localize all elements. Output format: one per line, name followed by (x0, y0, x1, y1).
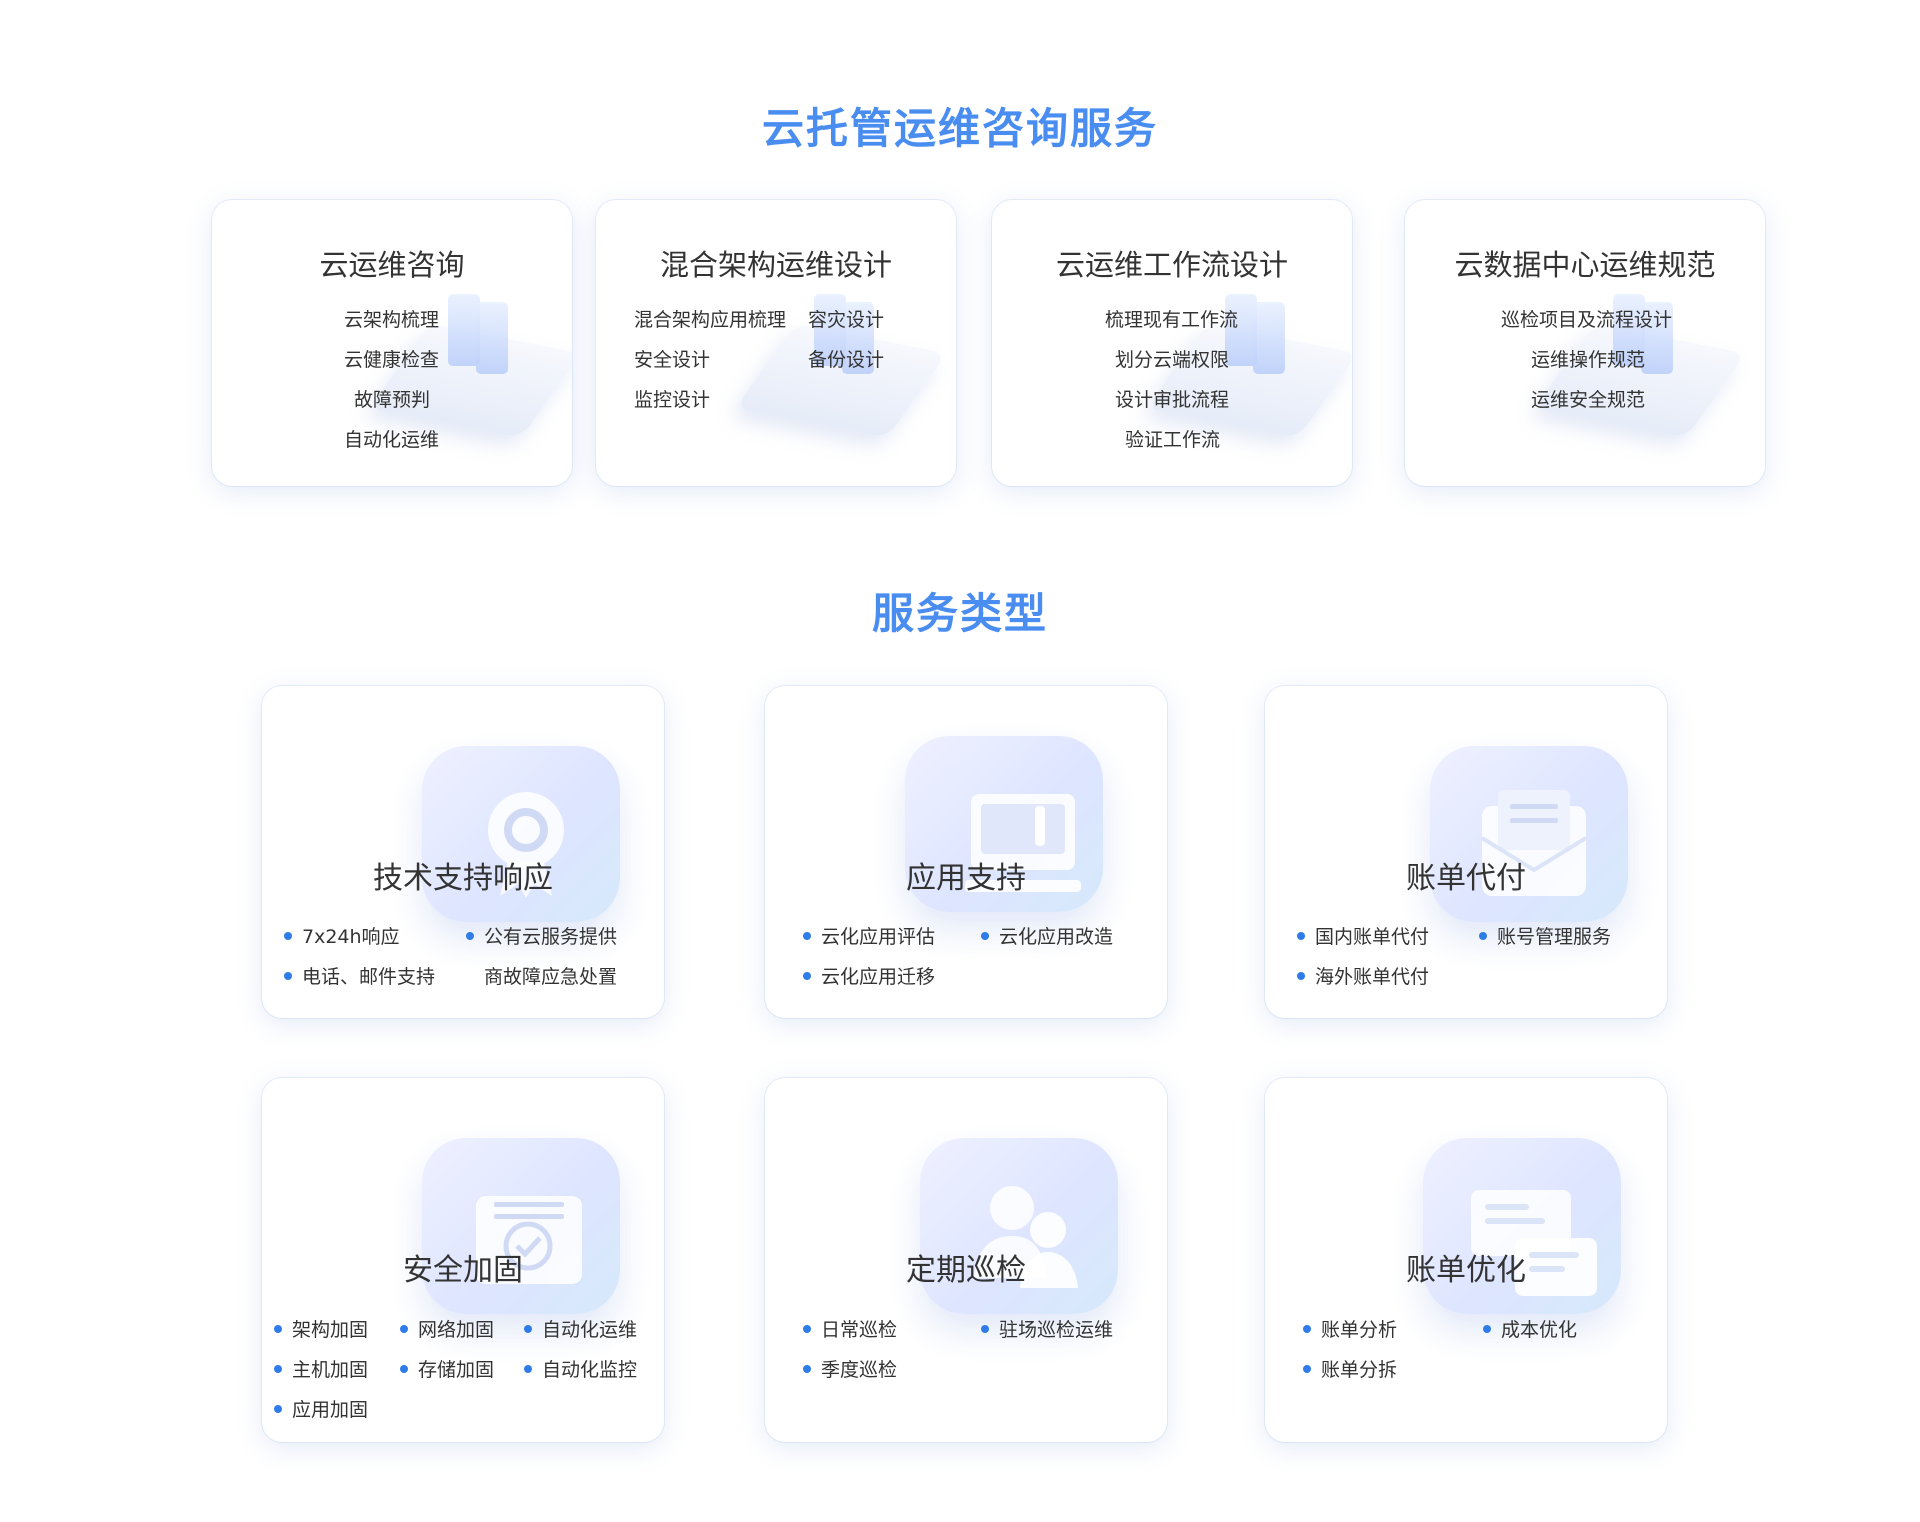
list-item: 备份设计 (808, 349, 885, 371)
list-item: 网络加固 (400, 1315, 494, 1342)
list-item: 账单分拆 (1303, 1355, 1397, 1382)
consulting-card-cloud-ops[interactable]: 云运维咨询 云架构梳理 云健康检查 故障预判 自动化运维 (212, 200, 572, 486)
list-item: 应用加固 (274, 1395, 368, 1422)
list-item: 设计审批流程 (1115, 389, 1230, 411)
consulting-card-datacenter[interactable]: 云数据中心运维规范 巡检项目及流程设计 运维操作规范 运维安全规范 (1405, 200, 1765, 486)
consulting-card-workflow[interactable]: 云运维工作流设计 梳理现有工作流 划分云端权限 设计审批流程 验证工作流 (992, 200, 1352, 486)
bullet-dot (981, 1324, 989, 1333)
list-item: 验证工作流 (1125, 429, 1221, 451)
services-section-title: 服务类型 (871, 589, 1048, 638)
bullet-dot (284, 931, 292, 940)
bullet-dot (400, 1364, 408, 1373)
list-item: 安全设计 (634, 349, 711, 371)
bullet-dot (1479, 931, 1487, 940)
bullet-dot (524, 1324, 532, 1333)
card-title: 云数据中心运维规范 (1454, 248, 1716, 282)
service-title: 账单代付 (1406, 861, 1526, 896)
list-item: 划分云端权限 (1115, 349, 1230, 371)
list-item: 存储加固 (400, 1355, 494, 1382)
consulting-card-hybrid-arch[interactable]: 混合架构运维设计 混合架构应用梳理 容灾设计 安全设计 备份设计 监控设计 (596, 200, 956, 486)
list-item: 云化应用迁移 (803, 962, 935, 989)
service-title: 定期巡检 (906, 1253, 1026, 1288)
list-item: 架构加固 (274, 1315, 368, 1342)
list-item: 主机加固 (274, 1355, 368, 1382)
list-item: 海外账单代付 (1297, 962, 1429, 989)
bullet-dot (274, 1364, 282, 1373)
bullet-dot (274, 1404, 282, 1413)
list-item: 国内账单代付 (1297, 922, 1429, 949)
bullet-dot (1297, 931, 1305, 940)
list-item: 云架构梳理 (344, 309, 440, 331)
service-card-bill-optimize[interactable]: 账单优化 账单分析 成本优化 账单分拆 (1265, 1078, 1667, 1442)
consulting-section-title: 云托管运维咨询服务 (761, 104, 1158, 153)
service-card-inspection[interactable]: 定期巡检 日常巡检 驻场巡检运维 季度巡检 (765, 1078, 1167, 1442)
list-item: 7x24h响应 (284, 922, 400, 949)
bullet-dot (274, 1324, 282, 1333)
bullet-dot (981, 931, 989, 940)
list-item: 账号管理服务 (1479, 922, 1611, 949)
list-item: 商故障应急处置 (484, 966, 618, 988)
bullet-dot (400, 1324, 408, 1333)
bullet-dot (1483, 1324, 1491, 1333)
list-item: 容灾设计 (808, 309, 885, 331)
bullet-dot (284, 971, 292, 980)
list-item: 云化应用改造 (981, 922, 1113, 949)
list-item: 日常巡检 (803, 1315, 897, 1342)
service-card-app-support[interactable]: 应用支持 云化应用评估 云化应用改造 云化应用迁移 (765, 686, 1167, 1018)
service-title: 应用支持 (906, 861, 1026, 896)
service-title: 技术支持响应 (373, 861, 553, 896)
list-item: 成本优化 (1483, 1315, 1577, 1342)
list-item: 混合架构应用梳理 (634, 309, 787, 331)
service-card-tech-support[interactable]: 技术支持响应 7x24h响应 公有云服务提供 电话、邮件支持 商故障应急处置 (262, 686, 664, 1018)
bullet-dot (803, 1364, 811, 1373)
list-item: 运维操作规范 (1531, 349, 1646, 371)
bullet-dot (1303, 1324, 1311, 1333)
list-item: 电话、邮件支持 (284, 962, 435, 989)
list-item: 自动化运维 (524, 1315, 637, 1342)
list-item: 云化应用评估 (803, 922, 935, 949)
card-title: 云运维咨询 (319, 248, 465, 282)
service-title: 安全加固 (403, 1253, 523, 1288)
list-item: 自动化运维 (344, 429, 440, 451)
bullet-dot (803, 931, 811, 940)
list-item: 运维安全规范 (1531, 389, 1646, 411)
list-item: 自动化监控 (524, 1355, 637, 1382)
list-item: 公有云服务提供 (466, 922, 617, 949)
bullet-dot (803, 971, 811, 980)
bullet-dot (466, 931, 474, 940)
list-item: 监控设计 (634, 389, 711, 411)
list-item: 账单分析 (1303, 1315, 1397, 1342)
bullet-dot (524, 1364, 532, 1373)
bullet-dot (1303, 1364, 1311, 1373)
list-item: 故障预判 (354, 389, 431, 411)
list-item: 驻场巡检运维 (981, 1315, 1113, 1342)
service-title: 账单优化 (1406, 1253, 1526, 1288)
list-item: 季度巡检 (803, 1355, 897, 1382)
list-item: 巡检项目及流程设计 (1501, 309, 1673, 331)
card-title: 云运维工作流设计 (1055, 248, 1288, 282)
bullet-dot (803, 1324, 811, 1333)
card-title: 混合架构运维设计 (659, 248, 892, 282)
service-card-security[interactable]: 安全加固 架构加固 网络加固 自动化运维 主机加固 存储加固 自动化监控 应用加… (262, 1078, 664, 1442)
service-card-bill-pay[interactable]: 账单代付 国内账单代付 账号管理服务 海外账单代付 (1265, 686, 1667, 1018)
bullet-dot (1297, 971, 1305, 980)
list-item: 梳理现有工作流 (1105, 309, 1239, 331)
list-item: 云健康检查 (344, 349, 440, 371)
